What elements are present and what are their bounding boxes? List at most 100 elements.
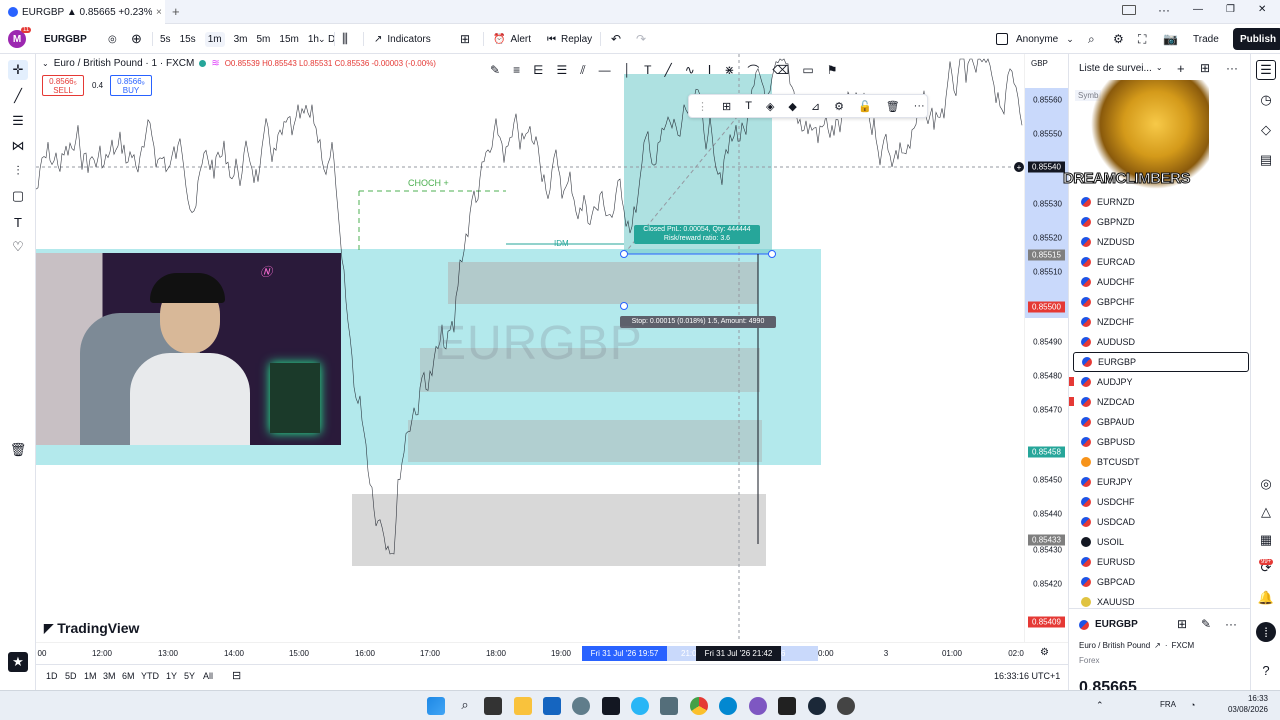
chrome-icon[interactable] — [690, 697, 708, 715]
eraser-icon[interactable]: ⌫ — [772, 63, 789, 77]
watchlist-row[interactable]: EURNZD — [1073, 192, 1249, 212]
alert-button[interactable]: ⏰ Alert — [493, 24, 531, 54]
gann-icon[interactable]: ⫽ — [580, 63, 585, 78]
edge-icon[interactable] — [719, 697, 737, 715]
replay-button[interactable]: ⏮ Replay — [547, 24, 592, 54]
interval-15m[interactable]: 15m — [279, 34, 298, 45]
apps-grid-icon[interactable]: ⁞ — [1256, 622, 1276, 642]
date-range-icon[interactable]: ⊟ — [232, 669, 241, 682]
favorites-star-icon[interactable]: ★ — [8, 652, 28, 672]
detail-name[interactable]: Euro / British Pound — [1079, 641, 1150, 650]
price-range-icon[interactable]: Ⅰ — [708, 63, 712, 77]
indicators-button[interactable]: ↗ Indicators — [374, 24, 431, 54]
text-tool-icon[interactable]: T — [644, 63, 651, 77]
browser-tab[interactable]: EURGBP ▲ 0.85665 +0.23% / Ano × — [0, 0, 165, 24]
more-icon[interactable]: ··· — [1158, 3, 1170, 17]
tradingview-logo[interactable]: ◤ TradingView — [44, 620, 139, 636]
watchlist-row[interactable]: GBPCHF — [1073, 292, 1249, 312]
more-options-icon[interactable]: ··· — [914, 100, 925, 112]
watchlist-row[interactable]: EURUSD — [1073, 552, 1249, 572]
capcut-icon[interactable] — [778, 697, 796, 715]
watchlist-title[interactable]: Liste de survei... ⌄ — [1079, 63, 1163, 74]
user-avatar[interactable]: M 11 — [8, 24, 32, 54]
cross-lines-icon[interactable]: ⋇ — [724, 63, 734, 77]
close-window-button[interactable]: ✕ — [1258, 4, 1266, 15]
drag-handle-icon[interactable]: ⋮ — [697, 100, 708, 113]
obs-icon[interactable] — [837, 697, 855, 715]
windows-start-icon[interactable] — [427, 697, 445, 715]
brush-icon[interactable]: ✎ — [490, 63, 500, 77]
close-tab-icon[interactable]: × — [156, 7, 162, 18]
crosshair-icon[interactable]: ✛ — [8, 60, 28, 80]
search-icon[interactable]: ⌕ — [1088, 24, 1095, 54]
detail-symbol-row[interactable]: EURGBP — [1079, 619, 1138, 630]
target-icon[interactable]: ◎ — [1256, 474, 1276, 494]
range-1d[interactable]: 1D — [46, 671, 58, 681]
range-5y[interactable]: 5Y — [184, 671, 195, 681]
buy-button[interactable]: 0.8566₉ BUY — [110, 75, 152, 96]
fib-icon[interactable]: ☰ — [8, 111, 28, 131]
watchlist-row[interactable]: GBPAUD — [1073, 412, 1249, 432]
tray-chevron-icon[interactable]: ⌃ — [1096, 700, 1104, 711]
alerts-clock-icon[interactable]: ◷ — [1256, 90, 1276, 110]
sell-button[interactable]: 0.8566₅ SELL — [42, 75, 84, 96]
horizontal-line-icon[interactable]: — — [599, 63, 611, 77]
range-ytd[interactable]: YTD — [141, 671, 159, 681]
watchlist-row[interactable]: AUDCHF — [1073, 272, 1249, 292]
watchlist-icon[interactable]: ☰ — [1256, 60, 1276, 80]
advanced-view-icon[interactable]: ⊞ — [1200, 61, 1210, 75]
templates-icon[interactable]: ⊞ — [460, 24, 470, 54]
trash-icon[interactable]: 🗑 — [8, 440, 28, 460]
candle-type-icon[interactable]: ⫼ — [342, 24, 348, 54]
messenger-icon[interactable] — [749, 697, 767, 715]
watchlist-row[interactable]: AUDJPY — [1069, 372, 1249, 392]
watchlist-more-icon[interactable]: ··· — [1226, 61, 1238, 75]
time-axis[interactable]: 00 12:00 13:00 14:00 15:00 16:00 17:00 18:00 19:… — [36, 642, 1068, 664]
channel-icon[interactable]: ☰ — [557, 63, 568, 77]
collapse-chevron-icon[interactable]: ⌄ — [42, 59, 49, 68]
line-tool-icon[interactable]: ╱ — [665, 63, 672, 77]
range-6m[interactable]: 6M — [122, 671, 135, 681]
interval-5s[interactable]: 5s — [160, 34, 171, 45]
text-color-icon[interactable]: T — [745, 100, 752, 112]
range-1m[interactable]: 1M — [84, 671, 97, 681]
detail-layout-icon[interactable]: ⊞ — [1177, 617, 1187, 631]
curve-icon[interactable]: ⌒ — [747, 62, 759, 79]
new-tab-button[interactable]: + — [172, 4, 180, 19]
pattern-icon[interactable]: ⋈ — [8, 136, 28, 156]
edit-icon[interactable]: ✎ — [1201, 617, 1211, 631]
watchlist-row[interactable]: EURJPY — [1073, 472, 1249, 492]
trade-button[interactable]: Trade — [1193, 24, 1219, 54]
watch-symbol-icon[interactable]: ◎ — [108, 24, 117, 54]
clock-text[interactable]: 16:33:16 UTC+1 — [994, 671, 1060, 681]
bg-color-icon[interactable]: ◆ — [788, 100, 796, 113]
watchlist-row[interactable]: USDCAD — [1073, 512, 1249, 532]
undo-icon[interactable]: ↶ — [611, 24, 621, 54]
template-icon[interactable]: ⊞ — [722, 100, 731, 113]
watchlist-row[interactable]: NZDUSD — [1073, 232, 1249, 252]
fill-icon[interactable]: ◈ — [766, 100, 774, 113]
wifi-icon[interactable]: ◔ — [1190, 700, 1195, 710]
settings-app-icon[interactable] — [572, 697, 590, 715]
watchlist-row[interactable]: GBPUSD — [1073, 432, 1249, 452]
forecast-icon[interactable]: ⫶ — [8, 161, 28, 181]
calendar-icon[interactable]: ▦ — [1256, 530, 1276, 550]
watchlist-row[interactable]: USOIL — [1073, 532, 1249, 552]
fullscreen-icon[interactable]: ⛶ — [1138, 24, 1146, 54]
watchlist-row[interactable]: USDCHF — [1073, 492, 1249, 512]
favorites-icon[interactable]: ♡ — [8, 237, 28, 257]
range-all[interactable]: All — [203, 671, 213, 681]
trend-line-icon[interactable]: ╱ — [8, 86, 28, 106]
interval-5m[interactable]: 5m — [257, 34, 271, 45]
photos-icon[interactable] — [660, 697, 678, 715]
telegram-icon[interactable] — [631, 697, 649, 715]
camera-icon[interactable]: 📷 — [1163, 24, 1178, 54]
range-3m[interactable]: 3M — [103, 671, 116, 681]
maximize-button[interactable]: ❐ — [1226, 4, 1235, 15]
taskbar-time[interactable]: 16:33 — [1228, 694, 1268, 703]
layout-selector[interactable]: Anonyme ⌄ — [996, 24, 1074, 54]
vertical-line-icon[interactable]: │ — [624, 63, 632, 77]
axis-settings-icon[interactable]: ⚙ — [1040, 647, 1049, 658]
text-icon[interactable]: T — [8, 212, 28, 232]
watchlist-row[interactable]: NZDCHF — [1073, 312, 1249, 332]
